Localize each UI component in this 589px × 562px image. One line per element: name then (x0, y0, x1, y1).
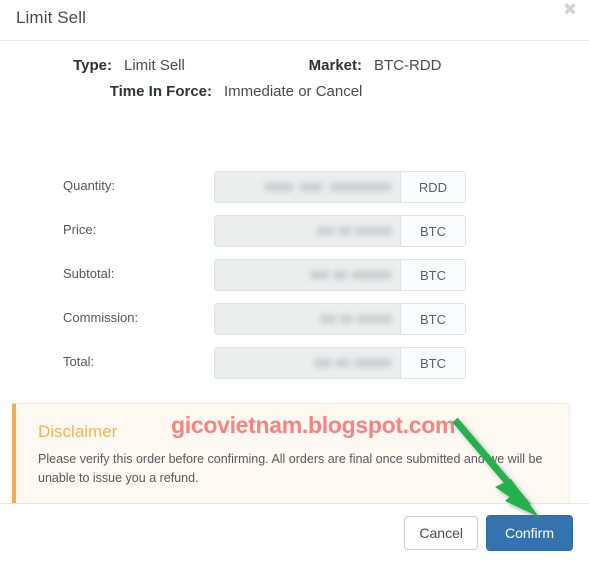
subtotal-input-group: BTC (214, 259, 466, 291)
total-input-group: BTC (214, 347, 466, 379)
redacted-value (320, 314, 392, 324)
quantity-input-group: RDD (214, 171, 466, 203)
market-value: BTC-RDD (374, 57, 442, 74)
modal-body: Type: Limit Sell Market: BTC-RDD Time In… (0, 41, 589, 562)
total-input[interactable] (214, 347, 400, 379)
price-input-group: BTC (214, 215, 466, 247)
page-title: Limit Sell (16, 8, 86, 27)
subtotal-input[interactable] (214, 259, 400, 291)
market-label: Market: (308, 57, 362, 74)
redacted-value (314, 358, 392, 368)
modal-footer: Cancel Confirm (0, 503, 589, 562)
quantity-unit-addon: RDD (400, 171, 466, 203)
price-label: Price: (63, 222, 97, 237)
redacted-value (310, 270, 392, 280)
price-unit-addon: BTC (400, 215, 466, 247)
redacted-value (264, 182, 392, 192)
disclaimer-text: Please verify this order before confirmi… (38, 452, 543, 485)
price-input[interactable] (214, 215, 400, 247)
quantity-label: Quantity: (63, 178, 116, 193)
confirm-button[interactable]: Confirm (485, 514, 573, 552)
time-in-force-value: Immediate or Cancel (224, 83, 363, 100)
close-icon[interactable]: ✖ (561, 1, 579, 19)
cancel-button[interactable]: Cancel (404, 515, 478, 551)
order-fields: Quantity: RDD Price: BTC Subtotal: BTC C… (0, 167, 589, 387)
commission-label: Commission: (63, 310, 139, 325)
total-label: Total: (63, 354, 95, 369)
total-unit-addon: BTC (400, 347, 466, 379)
watermark-text: gicovietnam.blogspot.com (171, 412, 456, 438)
summary-row-type-market: Type: Limit Sell Market: BTC-RDD (0, 57, 589, 83)
modal-header: Limit Sell ✖ (0, 0, 589, 41)
type-label: Type: (73, 57, 112, 74)
disclaimer-title: Disclaimer (38, 422, 118, 441)
summary-row-time-in-force: Time In Force: Immediate or Cancel (0, 83, 589, 109)
limit-sell-modal: Limit Sell ✖ Type: Limit Sell Market: BT… (0, 0, 589, 562)
time-in-force-label: Time In Force: (109, 83, 212, 100)
field-row-total: Total: BTC (0, 343, 589, 387)
type-value: Limit Sell (124, 57, 185, 74)
commission-input[interactable] (214, 303, 400, 335)
commission-unit-addon: BTC (400, 303, 466, 335)
commission-input-group: BTC (214, 303, 466, 335)
field-row-commission: Commission: BTC (0, 299, 589, 343)
field-row-subtotal: Subtotal: BTC (0, 255, 589, 299)
field-row-price: Price: BTC (0, 211, 589, 255)
subtotal-label: Subtotal: (63, 266, 115, 281)
redacted-value (317, 226, 392, 236)
quantity-input[interactable] (214, 171, 400, 203)
field-row-quantity: Quantity: RDD (0, 167, 589, 211)
subtotal-unit-addon: BTC (400, 259, 466, 291)
order-summary: Type: Limit Sell Market: BTC-RDD Time In… (0, 57, 589, 109)
